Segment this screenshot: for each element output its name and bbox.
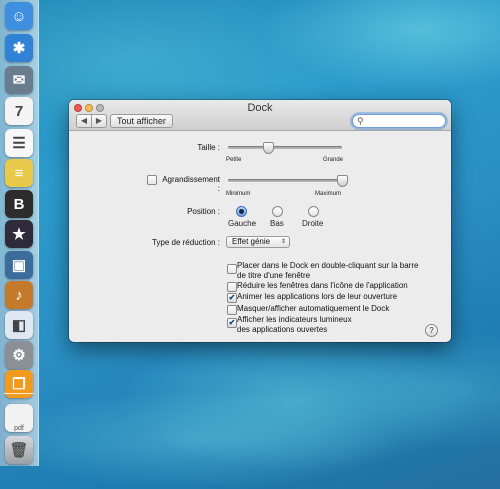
position-label: Position : <box>187 207 220 216</box>
dock-system-preferences-icon[interactable]: ⚙ <box>5 341 33 369</box>
magnification-slider[interactable] <box>228 179 342 182</box>
search-icon: ⚲ <box>357 116 364 126</box>
magnification-min-label: Minimum <box>226 191 251 197</box>
forward-button[interactable]: ▶ <box>91 114 107 128</box>
help-button[interactable]: ? <box>425 324 438 337</box>
dock: ☺ ✱ ✉ 7 ☰ ≡ B ★ ▣ ♪ ◧ ⚙ ❐ pdf 🗑 <box>0 0 39 466</box>
indicator-lights-line1: Afficher les indicateurs lumineux <box>237 315 352 324</box>
search-field[interactable]: ⚲ <box>352 114 446 128</box>
size-max-label: Grande <box>323 157 344 163</box>
size-slider[interactable] <box>228 146 342 149</box>
minimize-into-icon-label: Réduire les fenêtres dans l'icône de l'a… <box>237 281 408 290</box>
magnification-slider-knob[interactable] <box>337 175 348 187</box>
minimize-effect-label: Type de réduction : <box>151 238 220 247</box>
position-left-radio[interactable] <box>236 206 247 217</box>
magnification-checkbox[interactable] <box>147 175 157 185</box>
double-click-title-line2: de titre d'une fenêtre <box>237 271 311 280</box>
position-right-label: Droite <box>302 219 324 228</box>
indicator-lights-label: Afficher les indicateurs lumineux des ap… <box>237 315 352 335</box>
document-label: pdf <box>14 425 24 432</box>
position-bottom-label: Bas <box>270 219 284 228</box>
dock-garageband-icon[interactable]: ♪ <box>5 281 33 309</box>
dock-app-b-icon[interactable]: B <box>5 190 33 218</box>
indicator-lights-checkbox[interactable]: ✔ <box>227 318 237 328</box>
dock-mail-icon[interactable]: ✉ <box>5 66 33 94</box>
dock-preview-icon[interactable]: ◧ <box>5 311 33 339</box>
indicator-lights-line2: des applications ouvertes <box>237 325 328 334</box>
dock-reminders-icon[interactable]: ☰ <box>5 129 33 157</box>
minimize-into-icon-checkbox[interactable] <box>227 282 237 292</box>
magnification-label: Agrandissement : <box>162 175 220 193</box>
autohide-dock-checkbox[interactable] <box>227 305 237 315</box>
titlebar: Dock ◀ ▶ Tout afficher ⚲ <box>69 100 451 131</box>
animate-opening-checkbox[interactable]: ✔ <box>227 293 237 303</box>
size-label: Taille : <box>197 143 220 152</box>
size-slider-knob[interactable] <box>262 142 274 154</box>
dock-preferences-window: Dock ◀ ▶ Tout afficher ⚲ Taille : Petite… <box>69 100 451 342</box>
autohide-dock-label: Masquer/afficher automatiquement le Dock <box>237 304 390 313</box>
minimize-effect-popup[interactable]: Effet génie ⇕ <box>226 236 290 248</box>
position-bottom-radio[interactable] <box>272 206 283 217</box>
animate-opening-label: Animer les applications lors de leur ouv… <box>237 292 398 301</box>
size-min-label: Petite <box>226 157 242 163</box>
dock-safari-icon[interactable]: ✱ <box>5 34 33 62</box>
back-button[interactable]: ◀ <box>76 114 92 128</box>
window-title: Dock <box>247 102 273 114</box>
double-click-title-line1: Placer dans le Dock en double-cliquant s… <box>237 261 419 270</box>
dock-notes-icon[interactable]: ≡ <box>5 159 33 187</box>
trash-icon[interactable]: 🗑 <box>5 436 33 464</box>
double-click-title-label: Placer dans le Dock en double-cliquant s… <box>237 261 418 281</box>
preferences-content: Taille : Petite Grande Agrandissement : … <box>69 131 451 342</box>
show-all-button[interactable]: Tout afficher <box>110 114 173 128</box>
minimize-effect-value: Effet génie <box>232 237 271 246</box>
position-left-label: Gauche <box>228 219 257 228</box>
double-click-title-checkbox[interactable] <box>227 264 237 274</box>
dock-finder-icon[interactable]: ☺ <box>5 2 33 30</box>
dock-separator <box>4 393 34 394</box>
trash-glyph: 🗑 <box>9 442 29 459</box>
magnification-max-label: Maximum <box>315 191 342 197</box>
document-icon[interactable]: pdf <box>5 404 33 432</box>
popup-arrows-icon: ⇕ <box>280 239 286 245</box>
dock-calendar-icon[interactable]: 7 <box>5 97 33 125</box>
dock-iphoto-icon[interactable]: ▣ <box>5 251 33 279</box>
dock-imovie-icon[interactable]: ★ <box>5 220 33 248</box>
search-input[interactable] <box>367 115 439 127</box>
position-right-radio[interactable] <box>308 206 319 217</box>
